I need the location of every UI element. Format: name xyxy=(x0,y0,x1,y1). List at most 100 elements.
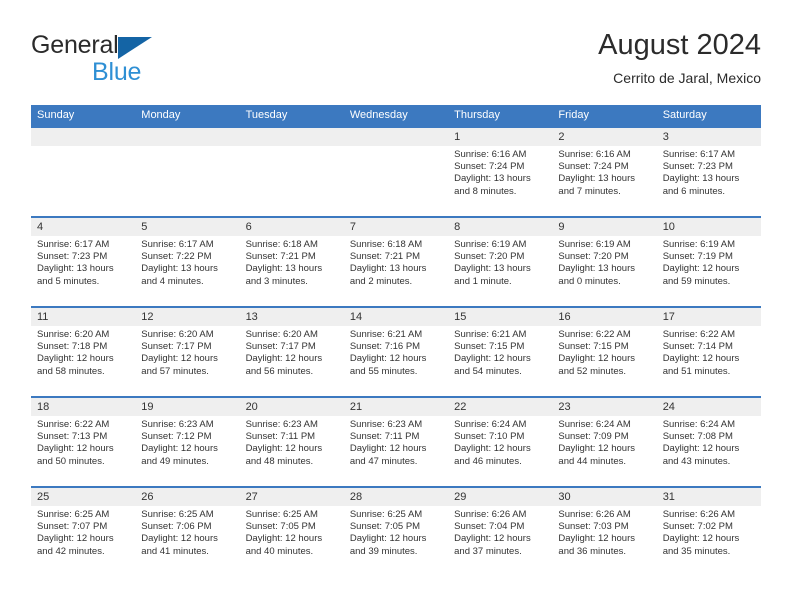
day-cell[interactable]: 10 Sunrise: 6:19 AM Sunset: 7:19 PM Dayl… xyxy=(656,218,761,306)
day-number: 16 xyxy=(552,308,657,326)
daylight-text-line2: and 56 minutes. xyxy=(245,365,314,377)
day-number: 2 xyxy=(552,128,657,146)
day-cell[interactable] xyxy=(31,128,136,216)
dow-header-saturday: Saturday xyxy=(662,109,707,121)
sunrise-text: Sunrise: 6:17 AM xyxy=(662,149,736,160)
daylight-text-line1: Daylight: 12 hours xyxy=(349,443,427,455)
day-cell[interactable]: 2 Sunrise: 6:16 AM Sunset: 7:24 PM Dayli… xyxy=(552,128,657,216)
day-cell[interactable]: 30 Sunrise: 6:26 AM Sunset: 7:03 PM Dayl… xyxy=(552,488,657,576)
day-details: Sunrise: 6:19 AM Sunset: 7:19 PM Dayligh… xyxy=(657,236,761,288)
day-cell[interactable]: 23 Sunrise: 6:24 AM Sunset: 7:09 PM Dayl… xyxy=(552,398,657,486)
logo-text-general: General xyxy=(31,31,119,59)
day-cell[interactable]: 31 Sunrise: 6:26 AM Sunset: 7:02 PM Dayl… xyxy=(656,488,761,576)
daylight-text-line2: and 3 minutes. xyxy=(245,275,308,287)
sunset-text: Sunset: 7:22 PM xyxy=(141,251,212,263)
day-cell[interactable]: 11 Sunrise: 6:20 AM Sunset: 7:18 PM Dayl… xyxy=(31,308,136,396)
day-cell[interactable] xyxy=(239,128,344,216)
day-cell[interactable]: 21 Sunrise: 6:23 AM Sunset: 7:11 PM Dayl… xyxy=(343,398,449,486)
day-cell[interactable]: 18 Sunrise: 6:22 AM Sunset: 7:13 PM Dayl… xyxy=(31,398,136,486)
day-details: Sunrise: 6:26 AM Sunset: 7:02 PM Dayligh… xyxy=(657,506,761,558)
day-cell[interactable]: 24 Sunrise: 6:24 AM Sunset: 7:08 PM Dayl… xyxy=(656,398,761,486)
day-number: 25 xyxy=(31,488,136,506)
day-cell[interactable]: 22 Sunrise: 6:24 AM Sunset: 7:10 PM Dayl… xyxy=(448,398,553,486)
day-cell[interactable]: 4 Sunrise: 6:17 AM Sunset: 7:23 PM Dayli… xyxy=(31,218,136,306)
day-cell[interactable] xyxy=(135,128,240,216)
daylight-text-line1: Daylight: 12 hours xyxy=(37,353,114,365)
day-cell[interactable]: 25 Sunrise: 6:25 AM Sunset: 7:07 PM Dayl… xyxy=(31,488,136,576)
day-details xyxy=(31,146,135,149)
day-cell[interactable]: 19 Sunrise: 6:23 AM Sunset: 7:12 PM Dayl… xyxy=(135,398,240,486)
day-number xyxy=(31,128,136,146)
sunset-text: Sunset: 7:21 PM xyxy=(245,251,316,263)
day-details: Sunrise: 6:23 AM Sunset: 7:11 PM Dayligh… xyxy=(240,416,344,468)
sunset-text: Sunset: 7:16 PM xyxy=(349,341,421,353)
day-cell[interactable] xyxy=(343,128,449,216)
daylight-text-line2: and 51 minutes. xyxy=(662,365,731,377)
sunset-text: Sunset: 7:14 PM xyxy=(662,341,733,353)
day-cell[interactable]: 7 Sunrise: 6:18 AM Sunset: 7:21 PM Dayli… xyxy=(343,218,449,306)
daylight-text-line2: and 59 minutes. xyxy=(662,275,731,287)
day-number: 4 xyxy=(31,218,136,236)
sunset-text: Sunset: 7:18 PM xyxy=(37,341,108,353)
week-row: 4 Sunrise: 6:17 AM Sunset: 7:23 PM Dayli… xyxy=(31,216,761,306)
day-details: Sunrise: 6:25 AM Sunset: 7:06 PM Dayligh… xyxy=(135,506,239,558)
daylight-text-line2: and 41 minutes. xyxy=(141,545,209,557)
sunrise-text: Sunrise: 6:22 AM xyxy=(558,329,631,340)
dow-header-sunday: Sunday xyxy=(37,109,75,121)
day-number: 18 xyxy=(31,398,136,416)
sunrise-text: Sunrise: 6:21 AM xyxy=(349,329,423,340)
day-cell[interactable]: 29 Sunrise: 6:26 AM Sunset: 7:04 PM Dayl… xyxy=(448,488,553,576)
day-cell[interactable]: 1 Sunrise: 6:16 AM Sunset: 7:24 PM Dayli… xyxy=(448,128,553,216)
day-cell[interactable]: 8 Sunrise: 6:19 AM Sunset: 7:20 PM Dayli… xyxy=(448,218,553,306)
daylight-text-line1: Daylight: 12 hours xyxy=(662,443,740,455)
day-details: Sunrise: 6:22 AM Sunset: 7:13 PM Dayligh… xyxy=(31,416,135,468)
daylight-text-line2: and 6 minutes. xyxy=(662,185,726,197)
sunrise-text: Sunrise: 6:20 AM xyxy=(245,329,318,340)
day-details: Sunrise: 6:22 AM Sunset: 7:15 PM Dayligh… xyxy=(552,326,656,378)
day-number: 26 xyxy=(135,488,240,506)
general-blue-logo[interactable]: General Blue xyxy=(31,32,261,90)
page-title: August 2024 xyxy=(598,29,761,61)
day-cell[interactable]: 14 Sunrise: 6:21 AM Sunset: 7:16 PM Dayl… xyxy=(343,308,449,396)
sunset-text: Sunset: 7:05 PM xyxy=(349,521,421,533)
day-number: 10 xyxy=(656,218,761,236)
day-cell[interactable]: 15 Sunrise: 6:21 AM Sunset: 7:15 PM Dayl… xyxy=(448,308,553,396)
day-number: 24 xyxy=(656,398,761,416)
sunrise-text: Sunrise: 6:24 AM xyxy=(454,419,527,430)
day-cell[interactable]: 12 Sunrise: 6:20 AM Sunset: 7:17 PM Dayl… xyxy=(135,308,240,396)
day-number: 22 xyxy=(448,398,553,416)
dow-header-wednesday: Wednesday xyxy=(349,109,408,121)
day-number: 6 xyxy=(239,218,344,236)
sunset-text: Sunset: 7:07 PM xyxy=(37,521,108,533)
day-details: Sunrise: 6:17 AM Sunset: 7:22 PM Dayligh… xyxy=(135,236,239,288)
day-cell[interactable]: 5 Sunrise: 6:17 AM Sunset: 7:22 PM Dayli… xyxy=(135,218,240,306)
daylight-text-line2: and 52 minutes. xyxy=(558,365,627,377)
daylight-text-line2: and 42 minutes. xyxy=(37,545,105,557)
day-cell[interactable]: 17 Sunrise: 6:22 AM Sunset: 7:14 PM Dayl… xyxy=(656,308,761,396)
day-number: 19 xyxy=(135,398,240,416)
day-cell[interactable]: 13 Sunrise: 6:20 AM Sunset: 7:17 PM Dayl… xyxy=(239,308,344,396)
day-cell[interactable]: 16 Sunrise: 6:22 AM Sunset: 7:15 PM Dayl… xyxy=(552,308,657,396)
day-cell[interactable]: 20 Sunrise: 6:23 AM Sunset: 7:11 PM Dayl… xyxy=(239,398,344,486)
day-cell[interactable]: 27 Sunrise: 6:25 AM Sunset: 7:05 PM Dayl… xyxy=(239,488,344,576)
day-details: Sunrise: 6:21 AM Sunset: 7:15 PM Dayligh… xyxy=(448,326,552,378)
calendar-page: General Blue August 2024 Cerrito de Jara… xyxy=(0,0,792,612)
sunrise-text: Sunrise: 6:25 AM xyxy=(37,509,110,520)
day-cell[interactable]: 28 Sunrise: 6:25 AM Sunset: 7:05 PM Dayl… xyxy=(343,488,449,576)
day-number: 29 xyxy=(448,488,553,506)
day-cell[interactable]: 26 Sunrise: 6:25 AM Sunset: 7:06 PM Dayl… xyxy=(135,488,240,576)
sunrise-text: Sunrise: 6:24 AM xyxy=(558,419,631,430)
day-cell[interactable]: 6 Sunrise: 6:18 AM Sunset: 7:21 PM Dayli… xyxy=(239,218,344,306)
day-details: Sunrise: 6:17 AM Sunset: 7:23 PM Dayligh… xyxy=(657,146,761,198)
day-details: Sunrise: 6:24 AM Sunset: 7:10 PM Dayligh… xyxy=(448,416,552,468)
daylight-text-line2: and 39 minutes. xyxy=(349,545,418,557)
daylight-text-line1: Daylight: 13 hours xyxy=(454,263,531,275)
daylight-text-line1: Daylight: 13 hours xyxy=(454,173,531,185)
day-cell[interactable]: 9 Sunrise: 6:19 AM Sunset: 7:20 PM Dayli… xyxy=(552,218,657,306)
day-cell[interactable]: 3 Sunrise: 6:17 AM Sunset: 7:23 PM Dayli… xyxy=(656,128,761,216)
sunset-text: Sunset: 7:23 PM xyxy=(662,161,733,173)
page-subtitle-location: Cerrito de Jaral, Mexico xyxy=(613,70,761,86)
daylight-text-line2: and 47 minutes. xyxy=(349,455,418,467)
daylight-text-line1: Daylight: 12 hours xyxy=(662,263,740,275)
daylight-text-line1: Daylight: 12 hours xyxy=(245,353,323,365)
